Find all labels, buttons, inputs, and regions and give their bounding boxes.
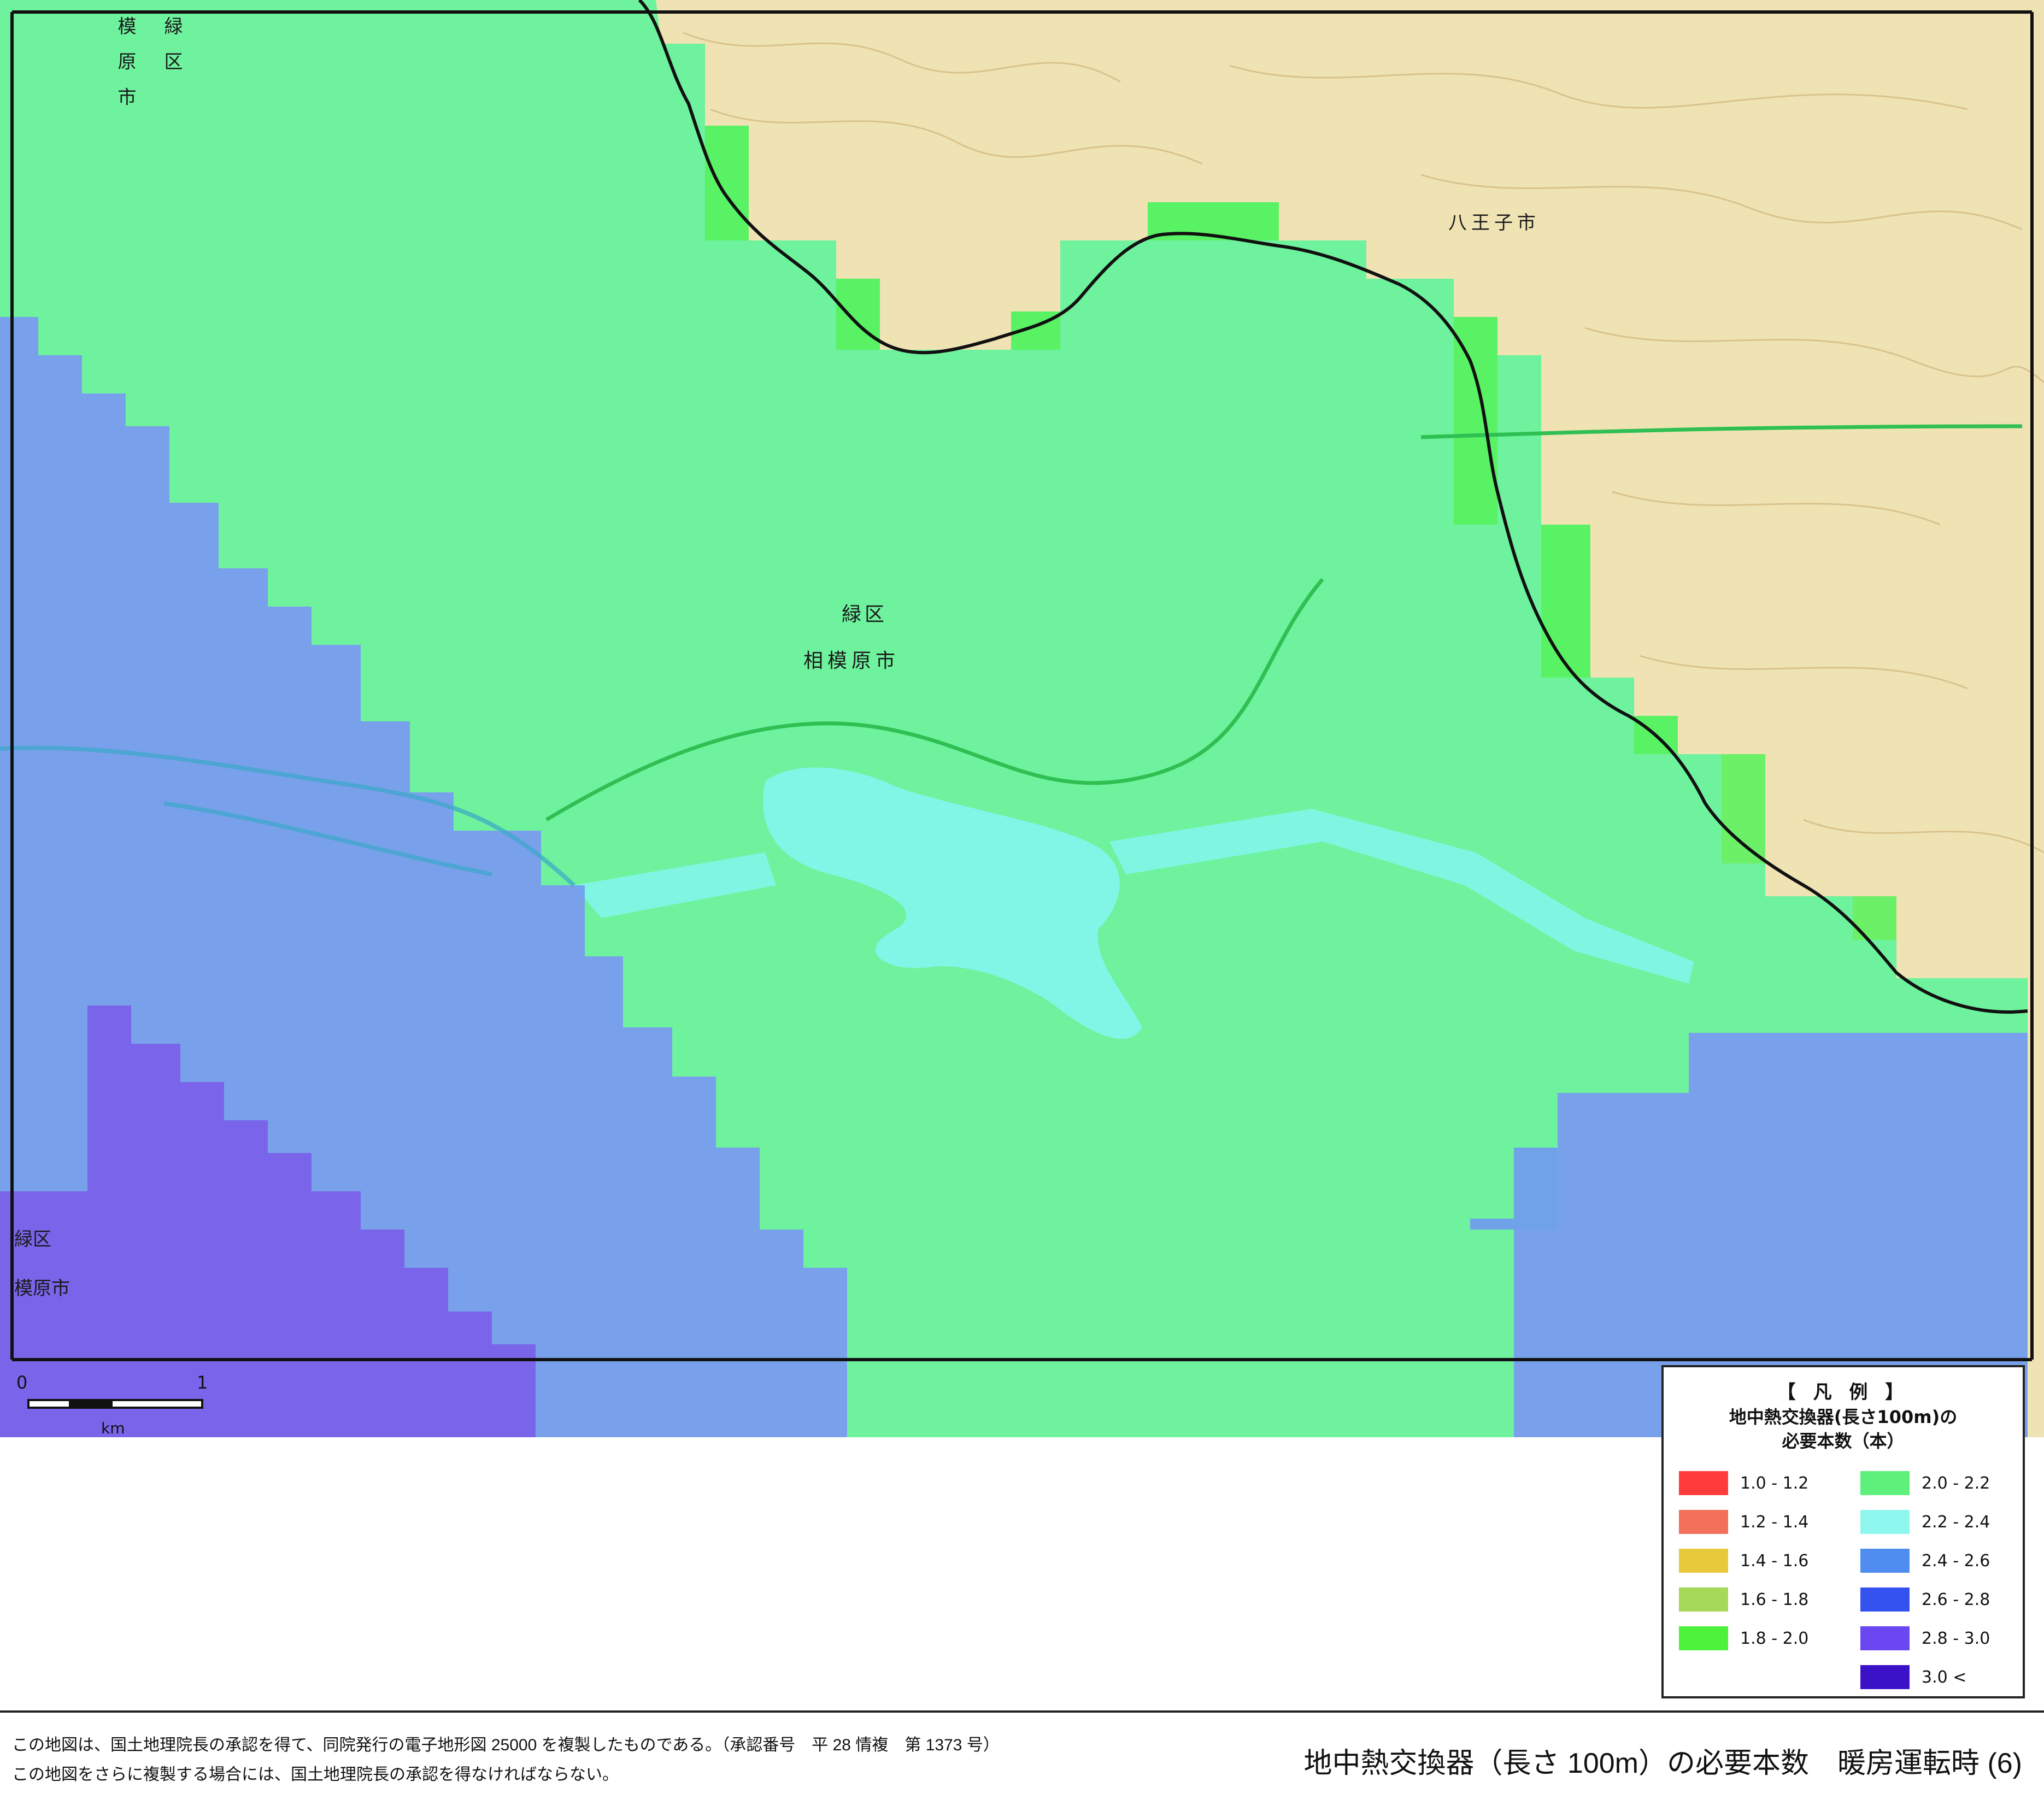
legend-item: 1.2 - 1.4 <box>1679 1510 1808 1534</box>
legend-label: 1.0 - 1.2 <box>1740 1473 1809 1493</box>
legend-item: 2.4 - 2.6 <box>1860 1549 1990 1573</box>
legend-swatch <box>1860 1626 1910 1650</box>
legend-item: 2.8 - 3.0 <box>1860 1626 1990 1650</box>
legend-label: 1.8 - 2.0 <box>1740 1628 1809 1648</box>
legend-item: 1.8 - 2.0 <box>1679 1626 1808 1650</box>
legend-item: 2.6 - 2.8 <box>1860 1587 1990 1612</box>
legend-subtitle-2: 必要本数（本） <box>1782 1431 1905 1451</box>
legend-swatch <box>1860 1471 1910 1495</box>
scale-end: 1 <box>197 1372 208 1393</box>
legend-swatch <box>1679 1549 1728 1573</box>
footer-title: 地中熱交換器（長さ 100m）の必要本数 暖房運転時 (6) <box>1303 1748 2022 1779</box>
scale-bar: 0 1 km <box>16 1369 213 1440</box>
legend-item: 3.0 < <box>1860 1665 1966 1689</box>
scale-segment-3 <box>110 1399 203 1409</box>
label-sagamihara-topleft: 模 原 市 <box>114 16 136 111</box>
legend-swatch <box>1860 1665 1910 1689</box>
scale-unit: km <box>101 1419 125 1437</box>
scale-segment-1 <box>27 1399 71 1409</box>
legend-item: 2.0 - 2.2 <box>1860 1471 1990 1495</box>
label-midori-ku-topleft: 緑 区 <box>161 16 183 76</box>
label-hachioji: 八王子市 <box>1448 212 1540 234</box>
legend-item: 1.6 - 1.8 <box>1679 1587 1808 1612</box>
legend-label: 2.0 - 2.2 <box>1922 1473 1990 1493</box>
legend-title: 【 凡 例 】 <box>1777 1381 1910 1403</box>
legend-label: 2.6 - 2.8 <box>1922 1590 1990 1609</box>
heat-exchanger-map <box>0 0 2044 1443</box>
map-area[interactable]: 緑区 相模原市 八王子市 緑 区 模 原 市 緑区 模原市 0 1 km 【 凡… <box>0 0 2044 1811</box>
legend-label: 1.2 - 1.4 <box>1740 1512 1809 1532</box>
scale-start: 0 <box>16 1372 28 1393</box>
footer: この地図は、国土地理院長の承認を得て、同院発行の電子地形図 25000 を複製し… <box>0 1713 2044 1811</box>
legend-label: 2.2 - 2.4 <box>1922 1512 1990 1532</box>
legend-item: 1.0 - 1.2 <box>1679 1471 1808 1495</box>
legend-swatch <box>1679 1626 1728 1650</box>
legend-item: 1.4 - 1.6 <box>1679 1549 1808 1573</box>
legend-swatch <box>1860 1587 1910 1612</box>
legend-subtitle-1: 地中熱交換器(長さ100m)の <box>1729 1407 1958 1427</box>
legend-swatch <box>1679 1471 1728 1495</box>
legend-label: 2.8 - 3.0 <box>1922 1628 1990 1648</box>
legend-swatch <box>1679 1510 1728 1534</box>
label-midori-ku: 緑区 <box>842 603 888 626</box>
legend-label: 3.0 < <box>1922 1667 1967 1687</box>
footer-note-2: この地図をさらに複製する場合には、国土地理院長の承認を得なければならない。 <box>12 1766 619 1784</box>
label-midori-ku-left: 緑区 <box>14 1228 51 1250</box>
legend-label: 1.6 - 1.8 <box>1740 1590 1809 1609</box>
label-sagamihara-left: 模原市 <box>14 1278 70 1300</box>
legend-label: 2.4 - 2.6 <box>1922 1551 1990 1571</box>
legend-swatch <box>1860 1549 1910 1573</box>
footer-note-1: この地図は、国土地理院長の承認を得て、同院発行の電子地形図 25000 を複製し… <box>12 1736 1000 1754</box>
legend: 【 凡 例 】 地中熱交換器(長さ100m)の 必要本数（本） 1.0 - 1.… <box>1661 1365 2025 1698</box>
legend-item: 2.2 - 2.4 <box>1860 1510 1990 1534</box>
legend-label: 1.4 - 1.6 <box>1740 1551 1809 1571</box>
scale-segment-2 <box>69 1399 113 1409</box>
legend-swatch <box>1679 1587 1728 1612</box>
legend-swatch <box>1860 1510 1910 1534</box>
label-sagamihara: 相模原市 <box>803 650 900 672</box>
